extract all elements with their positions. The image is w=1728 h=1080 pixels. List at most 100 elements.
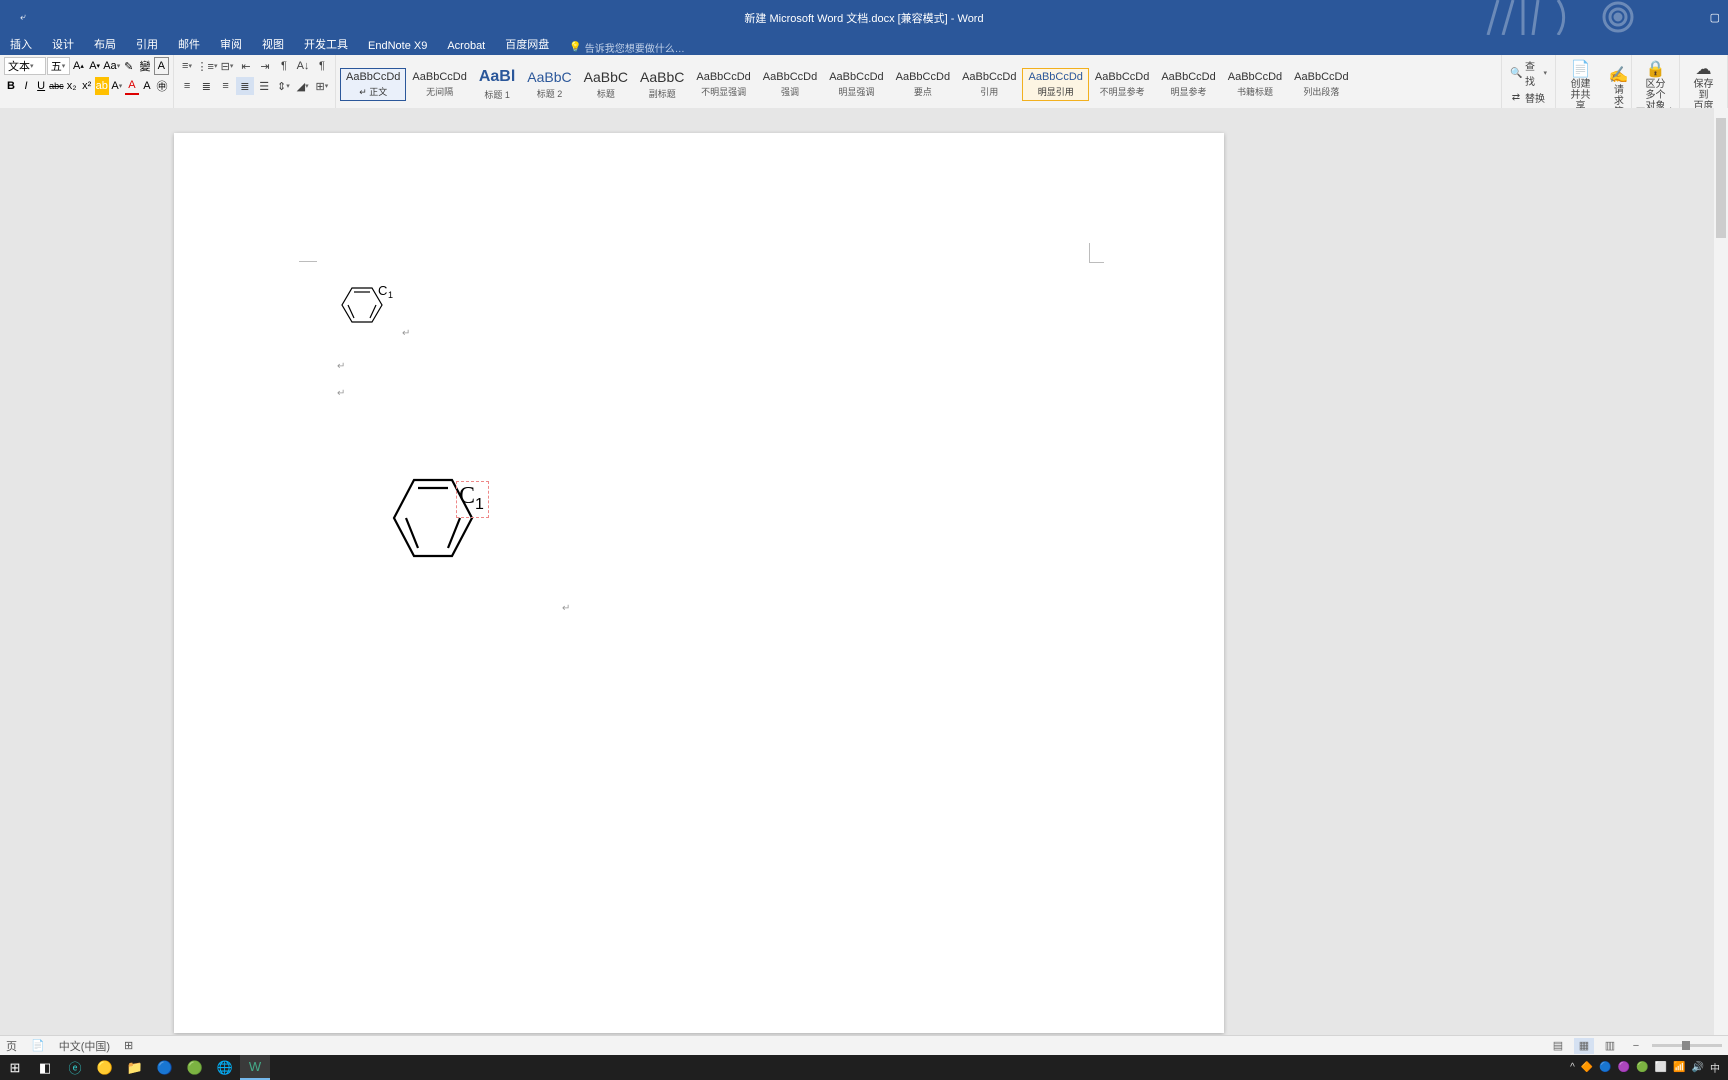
tab-layout[interactable]: 布局 [84,33,126,55]
style-11[interactable]: AaBbCcDd明显引用 [1022,68,1088,101]
style-10[interactable]: AaBbCcDd引用 [956,68,1022,101]
edge-icon[interactable]: ⓔ [60,1055,90,1080]
tab-mailings[interactable]: 邮件 [168,33,210,55]
status-page[interactable]: 页 [6,1038,17,1054]
word-icon[interactable]: W [240,1055,270,1080]
highlight-button[interactable]: ab [95,77,109,95]
char-border-button[interactable]: A [154,57,169,75]
style-3[interactable]: AaBbC标题 2 [521,66,577,103]
style-13[interactable]: AaBbCcDd明显参考 [1155,68,1221,101]
multilevel-button[interactable]: ⊟▾ [218,57,236,75]
tray-volume-icon[interactable]: 🔊 [1692,1062,1704,1073]
scrollbar-thumb[interactable] [1716,118,1726,238]
borders-button[interactable]: ⊞▾ [313,77,331,95]
char-shading-button[interactable]: A [140,77,154,95]
underline-button[interactable]: U [34,77,48,95]
document-area[interactable]: C 1 ↵ ↵ ↵ C1 ↵ [0,108,1728,1055]
phonetic-button[interactable]: 變 [137,57,152,75]
shrink-font-button[interactable]: A▾ [87,57,102,75]
sort-button[interactable]: A↓ [294,57,312,75]
tab-developer[interactable]: 开发工具 [294,33,358,55]
tab-design[interactable]: 设计 [42,33,84,55]
print-layout-button[interactable]: ▦ [1574,1038,1594,1054]
app1-icon[interactable]: 🔵 [150,1055,180,1080]
style-8[interactable]: AaBbCcDd明显强调 [823,68,889,101]
tray-icon[interactable]: 🟣 [1618,1062,1630,1073]
app2-icon[interactable]: 🟢 [180,1055,210,1080]
app3-icon[interactable]: 🌐 [210,1055,240,1080]
style-5[interactable]: AaBbC副标题 [634,66,690,103]
tray-network-icon[interactable]: 📶 [1673,1062,1685,1073]
tray-icon[interactable]: ⬜ [1655,1062,1667,1073]
tray-icon[interactable]: 🔵 [1599,1062,1611,1073]
change-case-button[interactable]: Aa▾ [103,57,120,75]
clear-format-button[interactable]: ✎ [121,57,136,75]
style-15[interactable]: AaBbCcDd列出段落 [1288,68,1354,101]
font-size-selector[interactable]: 五▾ [47,57,70,75]
bullets-button[interactable]: ≡▾ [178,57,196,75]
style-0[interactable]: AaBbCcDd↵ 正文 [340,68,406,101]
zoom-slider[interactable] [1652,1044,1722,1047]
find-button[interactable]: 🔍查找▾ [1506,57,1551,89]
strike-button[interactable]: abc [49,77,64,95]
justify-button[interactable]: ≣ [236,77,254,95]
ltr-button[interactable]: ¶ [275,57,293,75]
status-macro-icon[interactable]: ⊞ [124,1039,133,1052]
increase-indent-button[interactable]: ⇥ [256,57,274,75]
font-family-selector[interactable]: 文本 ▾ [4,57,46,75]
tab-insert[interactable]: 插入 [0,33,42,55]
style-12[interactable]: AaBbCcDd不明显参考 [1089,68,1155,101]
decrease-indent-button[interactable]: ⇤ [237,57,255,75]
text-effects-button[interactable]: A▾ [110,77,124,95]
shading-button[interactable]: ◢▾ [294,77,312,95]
ribbon-display-icon[interactable]: ▢ [1710,11,1720,24]
qat-icon[interactable]: ⤶ [20,12,26,23]
explorer-icon[interactable]: 📁 [120,1055,150,1080]
tab-acrobat[interactable]: Acrobat [437,37,495,55]
tab-endnote[interactable]: EndNote X9 [358,37,437,55]
bold-button[interactable]: B [4,77,18,95]
taskview-button[interactable]: ◧ [30,1055,60,1080]
distributed-button[interactable]: ☰ [255,77,273,95]
web-layout-button[interactable]: ▥ [1600,1038,1620,1054]
style-7[interactable]: AaBbCcDd强调 [757,68,823,101]
tray-chevron-icon[interactable]: ^ [1570,1062,1575,1073]
tab-view[interactable]: 视图 [252,33,294,55]
zoom-out-button[interactable]: − [1626,1038,1646,1054]
font-color-button[interactable]: A [125,77,139,95]
replace-button[interactable]: ⇄替换 [1506,89,1551,106]
style-4[interactable]: AaBbC标题 [578,66,634,103]
chrome-icon[interactable]: 🟡 [90,1055,120,1080]
numbering-button[interactable]: ⋮≡▾ [197,57,217,75]
show-marks-button[interactable]: ¶ [313,57,331,75]
line-spacing-button[interactable]: ⇕▾ [274,77,292,95]
style-6[interactable]: AaBbCcDd不明显强调 [690,68,756,101]
chem-structure-large[interactable] [374,468,514,588]
chem-structure-small[interactable]: C 1 [332,280,402,340]
enclose-char-button[interactable]: ㊥ [155,77,169,95]
grow-font-button[interactable]: A▴ [71,57,86,75]
start-button[interactable]: ⊞ [0,1055,30,1080]
tray-icon[interactable]: 🔶 [1581,1062,1593,1073]
read-mode-button[interactable]: ▤ [1548,1038,1568,1054]
chem-label-selection[interactable]: C1 [456,481,489,518]
page[interactable]: C 1 ↵ ↵ ↵ C1 ↵ [174,133,1224,1033]
tab-references[interactable]: 引用 [126,33,168,55]
tab-baidu[interactable]: 百度网盘 [495,33,559,55]
align-left-button[interactable]: ≡ [178,77,196,95]
style-2[interactable]: AaBl标题 1 [473,65,521,104]
style-9[interactable]: AaBbCcDd要点 [890,68,956,101]
align-right-button[interactable]: ≡ [217,77,235,95]
vertical-scrollbar[interactable] [1714,108,1728,1035]
tray-icon[interactable]: 🟢 [1636,1062,1648,1073]
status-words[interactable]: 📄 [31,1039,45,1052]
status-language[interactable]: 中文(中国) [59,1038,110,1054]
italic-button[interactable]: I [19,77,33,95]
tray-ime[interactable]: 中 [1710,1060,1720,1075]
style-1[interactable]: AaBbCcDd无间隔 [406,68,472,101]
subscript-button[interactable]: x₂ [65,77,79,95]
tab-review[interactable]: 审阅 [210,33,252,55]
tell-me-search[interactable]: 💡 告诉我您想要做什么… [569,40,684,55]
align-center-button[interactable]: ≣ [197,77,215,95]
superscript-button[interactable]: x² [80,77,94,95]
